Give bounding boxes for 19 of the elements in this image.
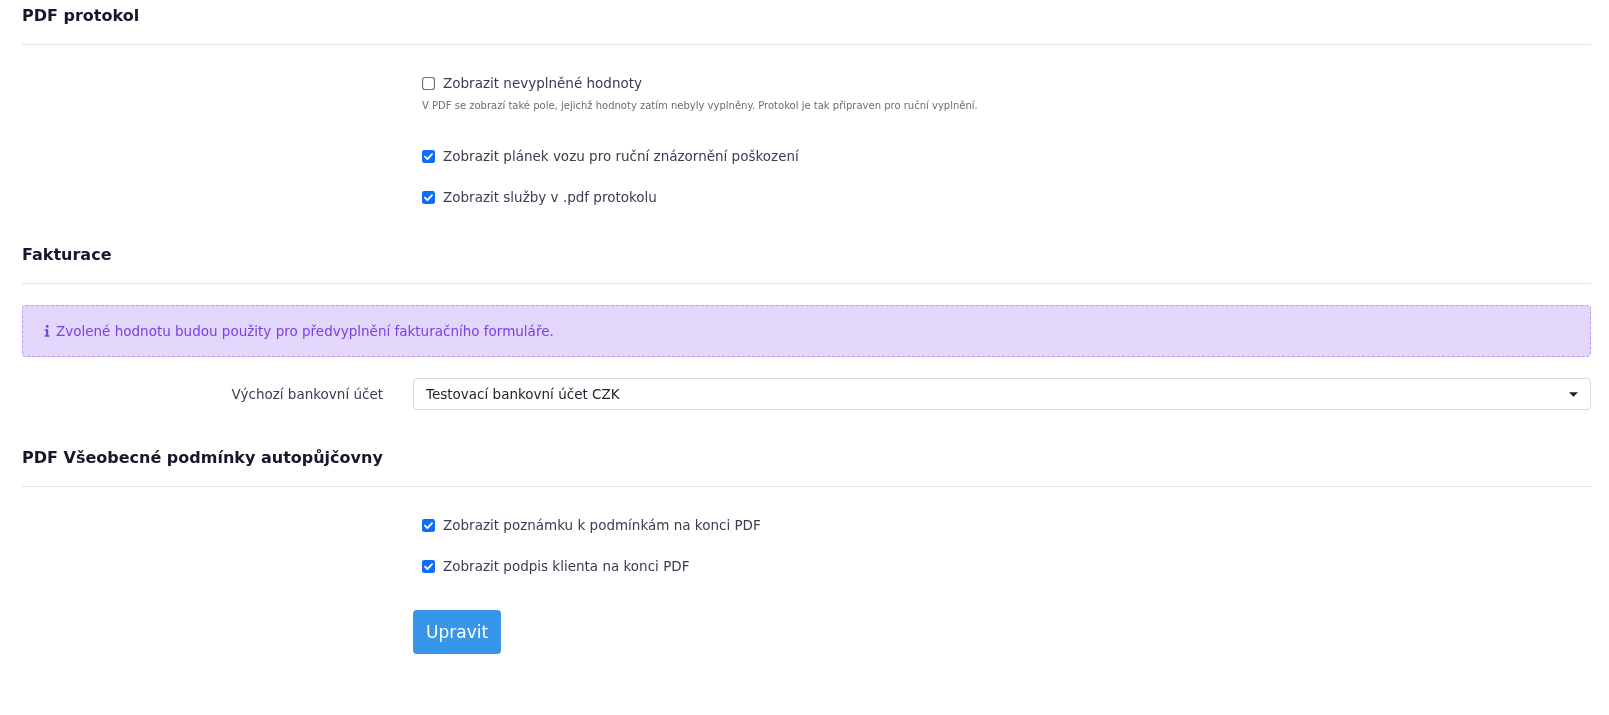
checkbox[interactable] <box>422 149 435 163</box>
section-heading: PDF protokol <box>22 5 141 27</box>
caret-icon <box>1569 391 1578 397</box>
alert-text: Zvolené hodnotu budou použity pro předvyplnění fakturačního formuláře. <box>56 323 554 339</box>
bank-account-select[interactable]: Testovací bankovní účet CZK <box>413 378 1591 410</box>
checkbox-label[interactable]: Zobrazit podpis klienta na konci PDF <box>443 558 690 574</box>
checkbox-label[interactable]: Zobrazit služby v .pdf protokolu <box>443 189 657 205</box>
info-icon <box>44 325 50 337</box>
section-heading: PDF Všeobecné podmínky autopůjčovny <box>22 447 384 469</box>
field-label: Výchozí bankovní účet <box>231 386 383 402</box>
checkbox[interactable] <box>422 518 435 532</box>
checkbox[interactable] <box>422 559 435 573</box>
checkbox-label[interactable]: Zobrazit nevyplněné hodnoty <box>443 75 642 91</box>
section-heading: Fakturace <box>22 244 113 266</box>
checkbox[interactable] <box>422 76 435 90</box>
checkbox[interactable] <box>422 190 435 204</box>
checkbox-label[interactable]: Zobrazit poznámku k podmínkám na konci PDF <box>443 517 761 533</box>
checkbox-label[interactable]: Zobrazit plánek vozu pro ruční znázornění poškození <box>443 148 799 164</box>
help-text: V PDF se zobrazí také pole, jejichž hodnoty zatím nebyly vyplněny. Protokol je tak připraven pro ruční vyplnění. <box>421 99 979 113</box>
